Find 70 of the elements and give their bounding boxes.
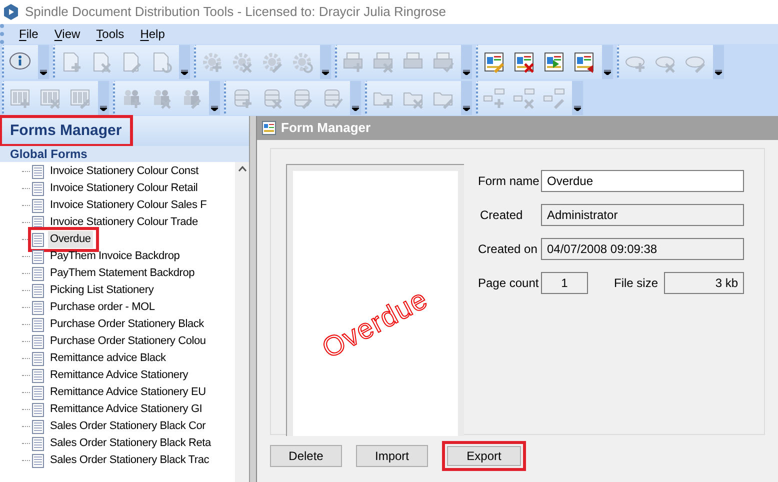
tree-item[interactable]: Purchase order - MOL <box>32 299 159 316</box>
scroll-up-icon[interactable] <box>238 166 246 172</box>
document-icon <box>32 318 44 332</box>
tree-item[interactable]: Sales Order Stationery Black Reta <box>32 435 215 452</box>
document-icon <box>32 352 44 366</box>
document-icon <box>32 198 44 212</box>
field-label: Form name <box>478 173 540 190</box>
tree-item[interactable]: Invoice Stationery Colour Retail <box>32 180 202 197</box>
window-title: Spindle Document Distribution Tools - Licensed to: Draycir Julia Ringrose <box>25 3 446 22</box>
overflow-icon[interactable] <box>463 70 470 75</box>
tree-item[interactable]: Remittance Advice Stationery EU <box>32 384 210 401</box>
overflow-icon[interactable] <box>604 70 611 75</box>
overflow-icon[interactable] <box>715 70 722 75</box>
document-icon <box>32 402 44 416</box>
tree-item[interactable]: Remittance Advice Stationery <box>32 367 192 384</box>
menu-item[interactable]: File <box>12 25 46 43</box>
field-label: File size <box>614 275 660 292</box>
tree-item[interactable]: Invoice Stationery Colour Trade <box>32 214 202 231</box>
overflow-icon[interactable] <box>463 106 470 111</box>
document-icon <box>32 250 44 264</box>
action-button[interactable]: Import <box>356 445 428 467</box>
document-icon <box>32 436 44 450</box>
tree-item[interactable]: PayThem Invoice Backdrop <box>32 248 184 265</box>
document-icon <box>32 300 44 314</box>
document-icon <box>32 284 44 298</box>
readonly-field: Administrator <box>541 204 744 226</box>
document-icon <box>32 334 44 348</box>
tree-item[interactable]: Picking List Stationery <box>32 282 158 299</box>
menu-item[interactable]: View <box>47 25 88 43</box>
tree-item[interactable]: Remittance advice Black <box>32 350 170 367</box>
readonly-field: 1 <box>541 272 588 294</box>
input-field[interactable]: Overdue <box>541 170 744 192</box>
document-icon <box>32 164 44 178</box>
document-icon <box>32 386 44 400</box>
field-label: Created <box>479 207 524 224</box>
document-icon <box>32 182 44 196</box>
tree-item[interactable]: Sales Order Stationery Black Trac <box>32 452 214 469</box>
document-icon <box>32 420 44 434</box>
overflow-icon[interactable] <box>352 106 359 111</box>
tree-item[interactable]: Purchase Order Stationery Black <box>32 316 208 333</box>
document-icon <box>32 368 44 382</box>
tree-item[interactable]: PayThem Statement Backdrop <box>32 265 199 282</box>
overflow-icon[interactable] <box>211 106 218 111</box>
action-button[interactable]: Export <box>442 441 526 471</box>
form-icon <box>262 121 276 135</box>
overflow-icon[interactable] <box>322 70 329 75</box>
document-icon <box>32 454 44 468</box>
app-logo-icon <box>3 4 19 20</box>
tree-item[interactable]: Remittance Advice Stationery GI <box>32 401 206 418</box>
menu-item[interactable]: Tools <box>89 25 132 43</box>
panel-heading: Forms Manager <box>2 118 130 144</box>
overflow-icon[interactable] <box>181 70 188 75</box>
panel-title: Form Manager <box>281 119 371 138</box>
overflow-icon[interactable] <box>100 106 107 111</box>
document-icon <box>32 266 44 280</box>
document-icon <box>32 232 44 246</box>
overflow-icon[interactable] <box>574 106 581 111</box>
section-heading: Global Forms <box>10 146 88 163</box>
menu-item[interactable]: Help <box>133 25 172 43</box>
tree-item[interactable]: Invoice Stationery Colour Const <box>32 163 202 180</box>
readonly-field: 3 kb <box>664 272 744 294</box>
readonly-field: 04/07/2008 09:09:38 <box>541 238 744 260</box>
field-label: Page count <box>478 275 540 292</box>
tree-item[interactable]: Sales Order Stationery Black Cor <box>32 418 210 435</box>
tree-item[interactable]: Invoice Stationery Colour Sales F <box>32 197 211 214</box>
action-button[interactable]: Delete <box>270 445 342 467</box>
tree-item[interactable]: Purchase Order Stationery Colou <box>32 333 210 350</box>
overflow-icon[interactable] <box>40 70 47 75</box>
scrollbar[interactable] <box>235 162 249 482</box>
field-label: Created on <box>478 241 538 258</box>
